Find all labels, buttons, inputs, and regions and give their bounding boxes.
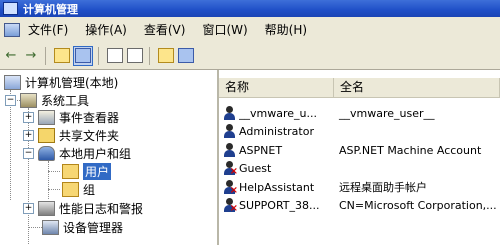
list-header: 名称 全名 xyxy=(219,78,500,98)
shared-folder-icon xyxy=(38,128,55,143)
properties-button[interactable] xyxy=(106,47,124,65)
users-group-icon xyxy=(38,146,55,161)
event-viewer-icon xyxy=(38,110,55,125)
forward-button[interactable]: → xyxy=(22,47,40,65)
back-button[interactable]: ← xyxy=(2,47,20,65)
expand-icon[interactable]: + xyxy=(23,130,34,141)
tree-item-event-viewer[interactable]: + 事件查看器 xyxy=(23,109,119,126)
user-disabled-icon: × xyxy=(223,198,238,214)
toolbar-separator xyxy=(45,46,46,65)
tree-item-users[interactable]: 用户 xyxy=(62,163,112,180)
user-disabled-icon: × xyxy=(223,161,238,177)
list-item[interactable]: Administrator xyxy=(219,123,339,141)
tree-item-label: 组 xyxy=(83,183,96,197)
window-title: 计算机管理 xyxy=(23,2,78,16)
users-list-pane: 名称 全名 __vmware_u... __vmware_user__ Admini… xyxy=(219,70,500,245)
tree-item-label: 用户 xyxy=(83,163,112,180)
computer-management-icon xyxy=(3,2,18,15)
tree-item-label: 计算机管理(本地) xyxy=(25,76,119,90)
folder-icon xyxy=(62,182,79,197)
system-tools-icon xyxy=(20,93,37,108)
user-name: SUPPORT_38... xyxy=(239,199,320,212)
toolbar-separator xyxy=(149,46,150,65)
list-item[interactable]: × SUPPORT_38... CN=Microsoft Corporation,.… xyxy=(219,197,497,215)
tree-item-label: 系统工具 xyxy=(41,94,90,108)
tree-item-label: 设备管理器 xyxy=(63,221,124,235)
menu-action[interactable]: 操作(A) xyxy=(85,21,127,38)
expand-icon[interactable]: + xyxy=(23,203,34,214)
show-hide-action-pane-button[interactable] xyxy=(177,47,195,65)
action-pane-icon xyxy=(178,48,194,63)
column-header-fullname[interactable]: 全名 xyxy=(334,78,500,97)
user-icon xyxy=(223,124,236,139)
toolbar-separator xyxy=(98,46,99,65)
export-icon xyxy=(127,48,143,63)
mmc-console-icon[interactable] xyxy=(4,22,20,37)
up-one-level-button[interactable] xyxy=(53,47,71,65)
folder-icon xyxy=(62,164,79,179)
console-tree-icon xyxy=(75,48,91,63)
user-full-name: ASP.NET Machine Account xyxy=(339,143,482,157)
list-item[interactable]: __vmware_u... __vmware_user__ xyxy=(219,104,435,122)
tree-item-device-manager[interactable]: 设备管理器 xyxy=(42,219,123,236)
performance-icon xyxy=(38,201,55,216)
menu-bar: 文件(F) 操作(A) 查看(V) 窗口(W) 帮助(H) xyxy=(0,17,500,43)
collapse-icon[interactable]: − xyxy=(5,95,16,106)
user-icon xyxy=(223,142,236,158)
user-name: Administrator xyxy=(239,125,314,138)
user-full-name: CN=Microsoft Corporation,... xyxy=(339,199,497,212)
tree-item-local-users-groups[interactable]: − 本地用户和组 xyxy=(23,145,131,162)
show-hide-tree-button[interactable] xyxy=(73,45,93,66)
help-icon xyxy=(158,48,174,63)
column-header-name[interactable]: 名称 xyxy=(219,78,334,97)
computer-icon xyxy=(4,75,21,90)
tree-item-shared-folders[interactable]: + 共享文件夹 xyxy=(23,127,119,144)
user-full-name: 远程桌面助手帐户 xyxy=(339,181,427,194)
user-name: __vmware_u... xyxy=(239,106,317,120)
list-item[interactable]: × HelpAssistant 远程桌面助手帐户 xyxy=(219,178,427,196)
toolbar: ← → xyxy=(0,42,500,70)
tree-item-groups[interactable]: 组 xyxy=(62,181,95,198)
list-item[interactable]: × Guest xyxy=(219,160,339,178)
tree-item-performance-logs[interactable]: + 性能日志和警报 xyxy=(23,200,143,217)
computer-management-window: 计算机管理 文件(F) 操作(A) 查看(V) 窗口(W) 帮助(H) ← → xyxy=(0,0,500,245)
expand-icon[interactable]: + xyxy=(23,112,34,123)
tree-item-computer-management[interactable]: 计算机管理(本地) xyxy=(4,74,118,91)
menu-file[interactable]: 文件(F) xyxy=(28,21,68,38)
user-full-name: __vmware_user__ xyxy=(339,106,435,120)
list-item[interactable]: ASPNET ASP.NET Machine Account xyxy=(219,141,481,159)
tree-item-label: 共享文件夹 xyxy=(59,129,120,143)
tree-item-system-tools[interactable]: − 系统工具 xyxy=(5,92,89,109)
help-button[interactable] xyxy=(157,47,175,65)
menu-help[interactable]: 帮助(H) xyxy=(265,21,307,38)
properties-icon xyxy=(107,48,123,63)
user-icon xyxy=(223,105,236,121)
user-name: ASPNET xyxy=(239,143,283,157)
user-name: HelpAssistant xyxy=(239,180,315,194)
tree-item-label: 性能日志和警报 xyxy=(59,202,144,216)
user-name: Guest xyxy=(239,162,272,175)
title-bar[interactable]: 计算机管理 xyxy=(0,0,500,17)
collapse-icon[interactable]: − xyxy=(23,148,34,159)
tree-item-label: 本地用户和组 xyxy=(59,147,132,161)
export-list-button[interactable] xyxy=(126,47,144,65)
folder-up-icon xyxy=(54,48,70,63)
tree-item-label: 事件查看器 xyxy=(59,111,120,125)
menu-view[interactable]: 查看(V) xyxy=(144,21,186,38)
console-tree: 计算机管理(本地) − 系统工具 + 事件查看器 + 共享文件夹 − 本地用户和… xyxy=(0,70,219,245)
device-manager-icon xyxy=(42,220,59,235)
menu-window[interactable]: 窗口(W) xyxy=(202,21,247,38)
user-disabled-icon: × xyxy=(223,179,238,195)
